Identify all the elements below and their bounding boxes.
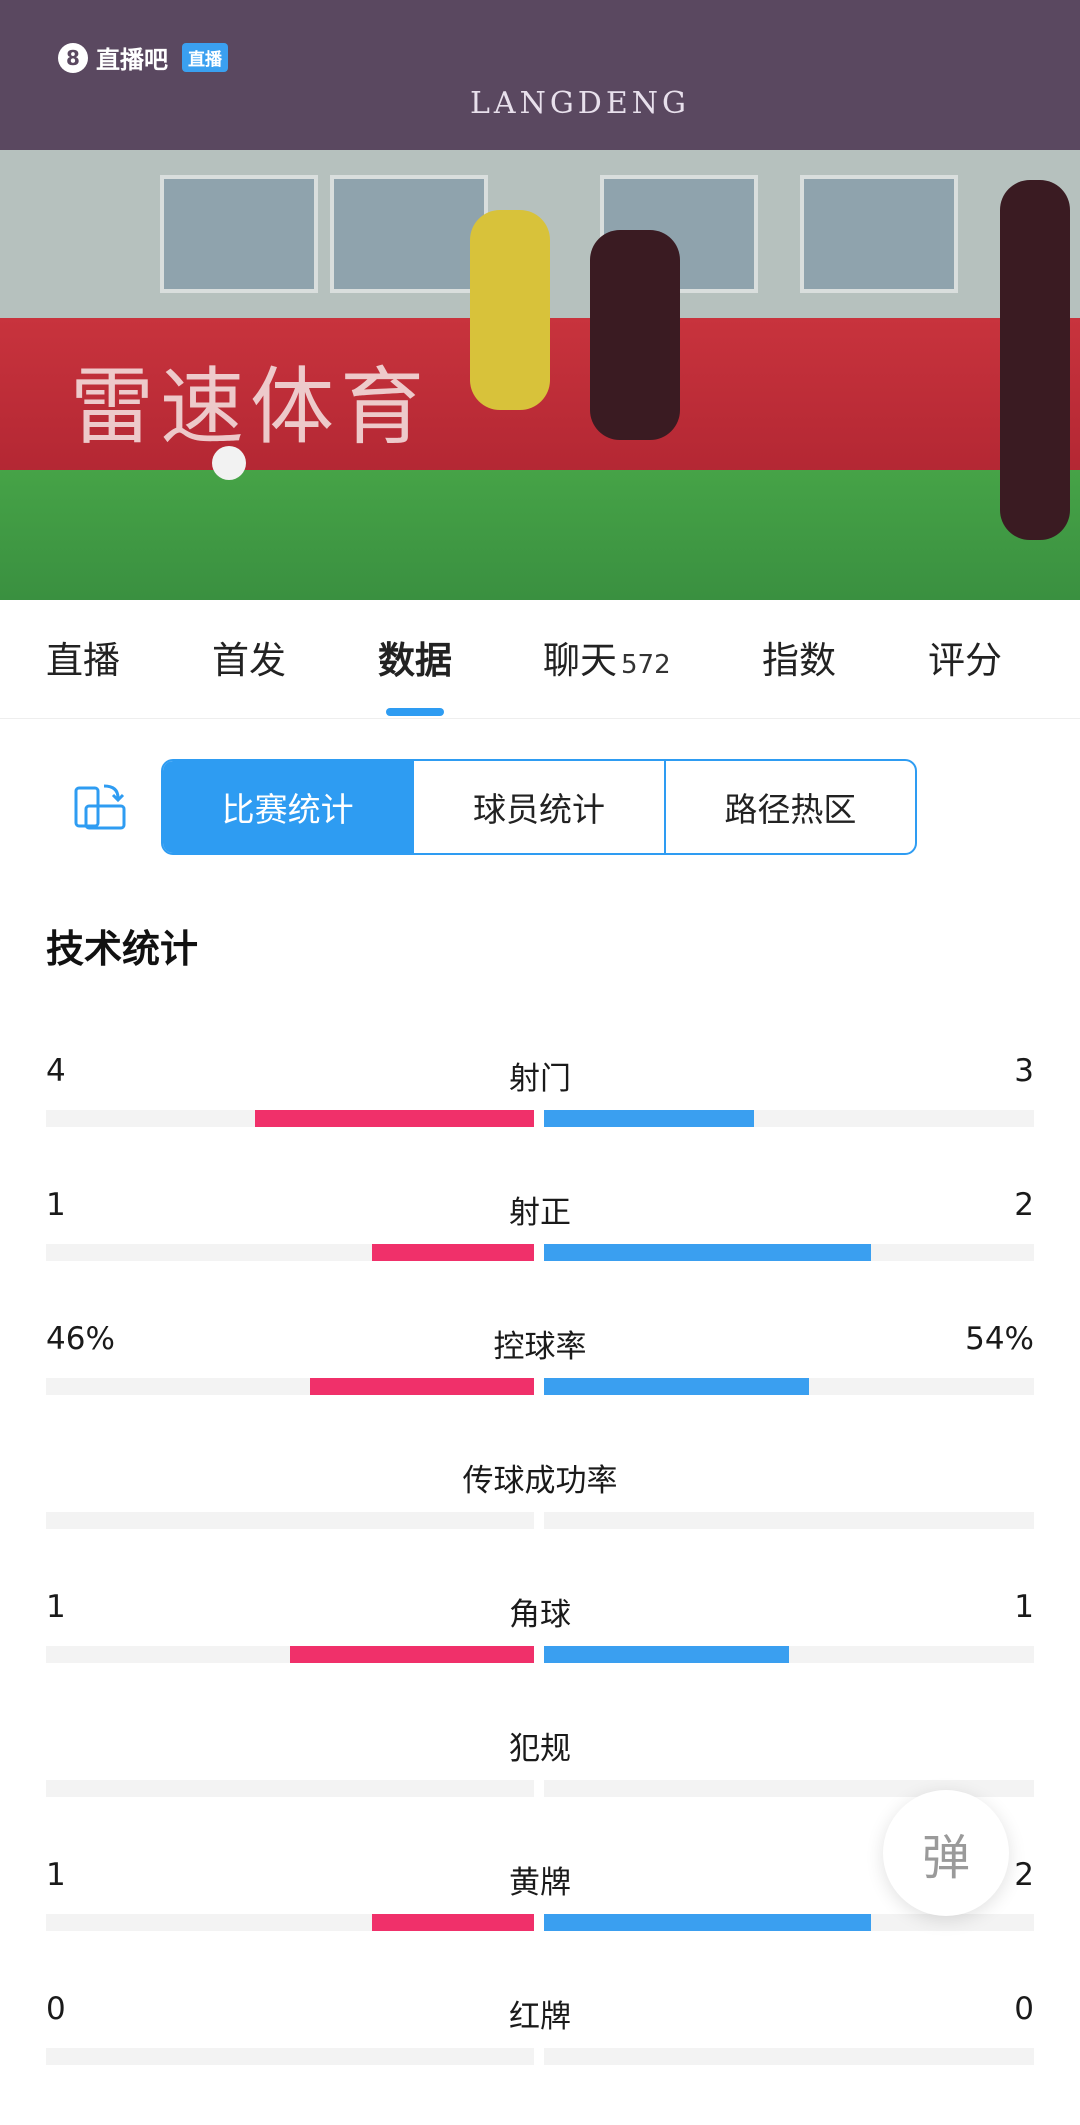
tab-label: 首发 — [212, 639, 286, 682]
stat-name: 红牌 — [509, 1999, 571, 2035]
tab-rating[interactable]: 评分 — [928, 630, 1002, 684]
tab-label: 指数 — [762, 639, 836, 682]
tab-live[interactable]: 直播 — [46, 630, 120, 684]
watermark-text: 直播吧 — [96, 46, 168, 74]
stat-row: 46% 控球率 54% — [0, 1321, 1080, 1455]
video-player-dark — [1000, 180, 1070, 540]
away-track — [544, 1646, 1034, 1663]
zhibo8-logo-icon: 8 — [58, 42, 88, 73]
stat-name: 犯规 — [509, 1731, 571, 1767]
video-stadium-logo: LANGDENG — [470, 86, 690, 121]
away-bar — [544, 1646, 789, 1663]
away-track — [544, 1512, 1034, 1529]
away-value: 3 — [1014, 1053, 1034, 1089]
video-watermark: 8 直播吧 直播 — [58, 40, 228, 75]
video-window — [800, 175, 958, 293]
away-value: 54% — [965, 1321, 1034, 1357]
video-pitch — [0, 470, 1080, 600]
tab-data[interactable]: 数据 — [378, 630, 452, 684]
chat-count: 572 — [621, 650, 671, 680]
away-value: 2 — [1014, 1187, 1034, 1223]
away-bar — [544, 1378, 809, 1395]
home-bar — [255, 1110, 534, 1127]
stat-row: 传球成功率 — [0, 1455, 1080, 1589]
stat-row: 1 角球 1 — [0, 1589, 1080, 1723]
rotate-screen-icon[interactable] — [72, 780, 128, 836]
away-value: 0 — [1014, 1991, 1034, 2027]
section-title: 技术统计 — [46, 927, 199, 971]
stat-row: 4 射门 3 — [0, 1053, 1080, 1187]
video-window — [160, 175, 318, 293]
stat-name: 射门 — [509, 1061, 571, 1097]
stat-name: 射正 — [509, 1195, 571, 1231]
video-top-banner — [0, 0, 1080, 150]
video-player-yellow — [470, 210, 550, 410]
stat-row: 1 射正 2 — [0, 1187, 1080, 1321]
away-track — [544, 1110, 1034, 1127]
seg-player-stats[interactable]: 球员统计 — [412, 761, 663, 853]
home-bar — [371, 1914, 534, 1931]
live-badge: 直播 — [182, 43, 228, 72]
home-bar — [309, 1378, 534, 1395]
tab-chat[interactable]: 聊天 572 — [543, 630, 671, 684]
home-bar — [371, 1244, 534, 1261]
stats-segmented-control: 比赛统计 球员统计 路径热区 — [161, 759, 917, 855]
video-player-dark — [590, 230, 680, 440]
tab-label: 数据 — [378, 639, 452, 682]
home-track — [46, 1110, 534, 1127]
away-track — [544, 2048, 1034, 2065]
home-track — [46, 1780, 534, 1797]
active-tab-indicator — [386, 708, 444, 716]
home-track — [46, 1914, 534, 1931]
away-track — [544, 1914, 1034, 1931]
home-bar — [290, 1646, 534, 1663]
danmaku-button[interactable]: 弹 — [883, 1790, 1009, 1916]
video-player[interactable]: 雷速体育 LANGDENG 8 直播吧 直播 — [0, 0, 1080, 600]
tab-lineup[interactable]: 首发 — [212, 630, 286, 684]
home-track — [46, 1378, 534, 1395]
away-bar — [544, 1914, 871, 1931]
home-track — [46, 1244, 534, 1261]
video-ball — [212, 446, 246, 480]
match-tabs: 直播 首发 数据 聊天 572 指数 评分 — [0, 600, 1080, 719]
video-window — [330, 175, 488, 293]
video-ad-text: 雷速体育 — [70, 358, 431, 456]
home-track — [46, 1646, 534, 1663]
tab-label: 评分 — [928, 639, 1002, 682]
stat-name: 角球 — [509, 1597, 571, 1633]
away-track — [544, 1378, 1034, 1395]
away-value: 1 — [1014, 1589, 1034, 1625]
home-track — [46, 1512, 534, 1529]
stat-name: 控球率 — [493, 1329, 587, 1365]
stat-name: 传球成功率 — [462, 1463, 618, 1499]
away-bar — [544, 1244, 871, 1261]
away-track — [544, 1244, 1034, 1261]
away-value: 2 — [1014, 1857, 1034, 1893]
away-bar — [544, 1110, 755, 1127]
tab-label: 直播 — [46, 639, 120, 682]
tab-odds[interactable]: 指数 — [762, 630, 836, 684]
seg-heatmap[interactable]: 路径热区 — [663, 761, 915, 853]
seg-match-stats[interactable]: 比赛统计 — [163, 761, 413, 853]
home-track — [46, 2048, 534, 2065]
stat-row: 0 红牌 0 — [0, 1991, 1080, 2125]
tab-label: 聊天 — [543, 639, 617, 682]
